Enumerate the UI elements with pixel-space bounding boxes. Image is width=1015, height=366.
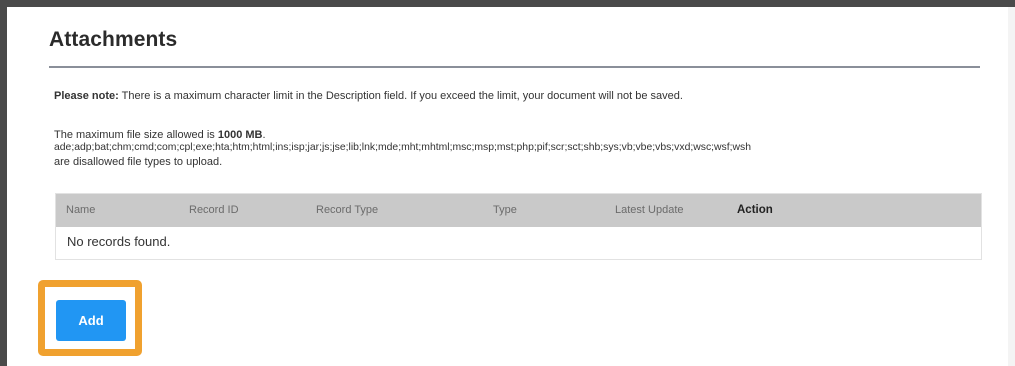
character-limit-note: Please note: There is a maximum characte… (54, 90, 683, 102)
empty-table-message: No records found. (67, 234, 171, 249)
title-divider (49, 66, 980, 68)
column-header-record-type[interactable]: Record Type (316, 204, 378, 216)
column-header-latest-update[interactable]: Latest Update (615, 204, 684, 216)
column-header-action: Action (737, 204, 773, 216)
section-title: Attachments (49, 28, 178, 51)
table-header: Name Record ID Record Type Type Latest U… (56, 194, 981, 227)
window-left-border (0, 0, 7, 366)
max-file-size-text: The maximum file size allowed is 1000 MB… (54, 129, 266, 141)
max-size-value: 1000 MB (217, 129, 263, 141)
add-attachment-button[interactable]: Add (56, 300, 126, 341)
max-size-suffix: . (262, 129, 266, 141)
panel-right-edge (1008, 7, 1015, 366)
column-header-name[interactable]: Name (66, 204, 95, 216)
max-size-prefix: The maximum file size allowed is (54, 129, 218, 141)
column-header-type[interactable]: Type (493, 204, 517, 216)
attachments-table: Name Record ID Record Type Type Latest U… (55, 193, 982, 260)
column-header-record-id[interactable]: Record ID (189, 204, 239, 216)
disallowed-file-types: ade;adp;bat;chm;cmd;com;cpl;exe;hta;htm;… (54, 142, 751, 153)
disallowed-file-types-note: are disallowed file types to upload. (54, 156, 223, 168)
window-top-border (0, 0, 1015, 7)
note-label: Please note: (54, 90, 119, 102)
attachments-panel (7, 7, 1008, 366)
note-text: There is a maximum character limit in th… (118, 90, 683, 102)
